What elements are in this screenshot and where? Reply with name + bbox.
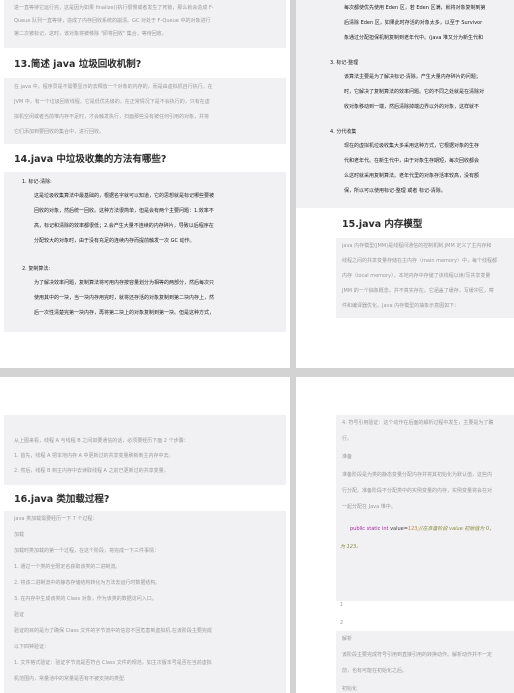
list-item-body: 这是垃圾收集算法中最基础的，根据名字就可以知道，它的思想就是标记哪些要被 回收的… [34, 192, 214, 245]
text-line: 一起分配在 Java 堆中。 [342, 504, 396, 510]
list-item-body: 为了解决效率问题，复制算法将可用内存按容量划分为相等的两部分，然后每次只 使用其… [34, 279, 214, 317]
section-title: 初始化 [342, 686, 358, 692]
code-keyword: public static int [350, 526, 389, 532]
text-line: 前，也有可能在初始化之后。 [342, 668, 408, 674]
code-line: public static int value=123;//在准备阶段 valu… [350, 525, 494, 532]
text-line: Queue 队列一直等待，造成了内存回收系统的崩溃。GC 对处于 F-Queue… [14, 18, 211, 24]
text-line: 2. 将该二进制流中的静态存储结构转化为方法去运行时数据结构。 [14, 580, 161, 586]
text-line: 它们添加到要回收的集合中，进行回收。 [14, 129, 105, 135]
list-item-title: 1. 标记-清除: [22, 179, 52, 185]
text-block-shaded: 每次都使优先使用 Eden 区，若 Eden 区满，就将对象复制到第 后清除 E… [296, 0, 514, 208]
text-line: 验证 [14, 612, 25, 618]
text-line: 机范围内，常量池中的常量是否有不被支持的类型. [14, 676, 126, 682]
document-page-2: 每次都使优先使用 Eden 区，若 Eden 区满，就将对象复制到第 后清除 E… [296, 0, 514, 368]
text-line: 加载时类加载的第一个过程，在这个阶段，将完成一下三件事情： [14, 548, 160, 554]
paragraph: 从上图来看，线程 A 与线程 B 之间如要通信的话，必须要经历下面 2 个步骤：… [4, 415, 286, 475]
text-block-shaded: 从上图来看，线程 A 与线程 B 之间如要通信的话，必须要经历下面 2 个步骤：… [4, 415, 286, 485]
paragraph: 该阶段主要完成符号引用到直接引用的转换动作。解析动作并不一定 前，也有可能在初始… [342, 651, 492, 675]
text-line: 收对象移动到一端，然后清除掉端边界以外的对象，这样就不 [344, 104, 480, 110]
text-line: 使用其中的一块，当一块内存用完时，就将还存活的对象复制到第二块内存上，然 [34, 295, 215, 301]
heading-15: 15.java 内存模型 [342, 219, 423, 230]
text-block-shaded: java 类加载需要经历一下 7 个过程： 加载 加载时类加载的第一个过程，在这… [4, 511, 286, 693]
text-line: 该阶段主要完成符号引用到直接引用的转换动作。解析动作并不一定 [342, 652, 493, 658]
list-item-title: 2. 复制算法: [22, 266, 51, 272]
list-number: 1 [340, 602, 344, 608]
paragraph: 每次都使优先使用 Eden 区，若 Eden 区满，就将对象复制到第 后清除 E… [344, 4, 486, 42]
text-line: 后一次性清楚完第一块内存，再将第二块上的对象复制到第一块。但是这种方式， [34, 310, 215, 316]
list-item-body: 现在的虚拟机垃圾收集大多采用这种方式，它根据对象的生存 代和老年代。在新生代中，… [344, 142, 479, 195]
text-line: 拟机空闲或者当前堆内存不足时，才会触发执行，扫面那些没有被任何引用的对象，并将 [14, 114, 210, 120]
paragraph: 4. 符号引用验证：这个动作在后面的解析过程中发生，主要是为了确 行。 [342, 419, 493, 443]
text-line: 2. 然后，线程 B 到主内存中去读取线程 A 之前已更新过的共享变量。 [14, 468, 169, 474]
document-page-3: 从上图来看，线程 A 与线程 B 之间如要通信的话，必须要经历下面 2 个步骤：… [0, 377, 290, 693]
text-block-shaded: 4. 符号引用验证：这个动作在后面的解析过程中发生，主要是为了确 行。 准备 准… [336, 415, 514, 601]
text-line: 1. 首先，线程 A 把本地内存 A 中更新过的共享变量刷新到主内存中去。 [14, 453, 174, 459]
heading-13: 13.简述 java 垃圾回收机制? [14, 59, 142, 70]
text-line: 第二次被标记，这时，该对象将被移除 "即将回收" 集合，等待回收。 [14, 31, 167, 37]
paragraph: 准备阶段是为类的静态变量分配内存并将其初始化为默认值，这些内 行分配。准备阶段不… [342, 471, 492, 511]
text-line: 3. 在内存中生成该类的 Class 对象，作为该类的数据访问入口。 [14, 596, 157, 602]
text-line: 现在的虚拟机垃圾收集大多采用这种方式，它根据对象的生存 [344, 143, 480, 149]
text-line: 回收的对象，然后统一回收。这种方法很简单，但是会有两个主要问题：1.效率不 [34, 208, 214, 214]
code-variable: value= [388, 526, 408, 532]
text-line: 验证的目的是为了确保 Class 文件的字节流中的信息不回危害到虚拟机.在该阶段… [14, 628, 212, 634]
text-line: java 类加载需要经历一下 7 个过程： [14, 516, 98, 522]
paragraph: java 类加载需要经历一下 7 个过程： 加载 加载时类加载的第一个过程，在这… [4, 511, 286, 683]
code-comment: ;//在准备阶段 value 初始值为 0， [417, 526, 495, 532]
text-line: 准备阶段是为类的静态变量分配内存并将其初始化为默认值，这些内 [342, 472, 493, 478]
text-block-shaded: java 内存模型(JMM)是线程间通信的控制机制.JMM 定义了主内存和 线程… [336, 238, 514, 318]
text-line: 进一直等待它运行完，这是因为如果 finalize()执行很慢或者发生了死锁，那… [14, 5, 214, 11]
text-line: 这是垃圾收集算法中最基础的，根据名字就可以知道，它的思想就是标记哪些要被 [34, 193, 215, 199]
text-block-shaded: 进一直等待它运行完，这是因为如果 finalize()执行很慢或者发生了死锁，那… [4, 0, 286, 48]
text-line: JVM 中，有一个垃圾回收线程，它是低优先级的，在正常情况下是不会执行的，只有在… [14, 99, 210, 105]
text-block-shaded: 在 java 中，程序员是不需要显示的去释放一个对象的内存的，而是由虚拟机自行执… [4, 78, 286, 144]
text-line: 高，标记和清除的效率都很低；2.会产生大量不连续的内存碎片，导致以后程序在 [34, 223, 214, 229]
text-line: 代和老年代。在新生代中，由于对象生存期短，每次回收都会 [344, 158, 480, 164]
text-line: 在 java 中，程序员是不需要显示的去释放一个对象的内存的，而是由虚拟机自行执… [14, 84, 213, 90]
section-title: 准备 [342, 454, 353, 460]
text-line: java 内存模型(JMM)是线程间通信的控制机制.JMM 定义了主内存和 [342, 243, 492, 249]
text-line: 么这时就采用复制算法。老年代里的对象存活率较高，没有额 [344, 173, 480, 179]
text-line: 保，所以可以使用标记-整理 或者 标记-清除。 [344, 188, 446, 194]
text-line: 时，它解决了复制算法的效率问题。它的不同之处就是在清除对 [344, 89, 485, 95]
document-page-4: 4. 符号引用验证：这个动作在后面的解析过程中发生，主要是为了确 行。 准备 准… [296, 377, 514, 693]
text-line: 件和编译器优化。Java 内存模型的抽象示意图如下： [342, 303, 460, 309]
text-line: 从上图来看，线程 A 与线程 B 之间如要通信的话，必须要经历下面 2 个步骤： [14, 438, 189, 444]
text-line: 加载 [14, 532, 25, 538]
text-line: 每次都使优先使用 Eden 区，若 Eden 区满，就将对象复制到第 [344, 5, 486, 11]
list-number: 2 [340, 620, 344, 626]
text-line: 内存（local memory），本地内存中存储了该线程以读/写共享变量 [342, 273, 491, 279]
list-item-title: 3. 标记-整理 [330, 60, 359, 66]
text-line: 以下四钟验证： [14, 644, 50, 650]
document-page-1: 进一直等待它运行完，这是因为如果 finalize()执行很慢或者发生了死锁，那… [0, 0, 290, 368]
text-line: JMM 的一个抽象概念，并不真实存在。它涵盖了缓存，写缓冲区，寄 [342, 288, 494, 294]
text-block-shaded: 解析 该阶段主要完成符号引用到直接引用的转换动作。解析动作并不一定 前，也有可能… [336, 631, 514, 693]
list-item-body: 该算法主要是为了解决标记-清除，产生大量内存碎片的问题； 时，它解决了复制算法的… [344, 73, 484, 111]
paragraph: 在 java 中，程序员是不需要显示的去释放一个对象的内存的，而是由虚拟机自行执… [4, 78, 286, 136]
text-block-shaded: 1. 标记-清除: 这是垃圾收集算法中最基础的，根据名字就可以知道，它的思想就是… [4, 172, 286, 332]
heading-14: 14.java 中垃圾收集的方法有哪些? [14, 154, 167, 165]
list-item-title: 4. 分代收集 [330, 129, 357, 135]
text-line: 行分配。准备阶段不分配类中的实例变量的内存，实例变量将会在对 [342, 488, 493, 494]
text-line: 分配较大的对象时，由于没有充足的连续内存而提前触发一次 GC 动作。 [34, 238, 195, 244]
text-line: 1. 文件格式验证：验证字节流是否符合 Class 文件的规范，如主次版本号是否… [14, 660, 212, 666]
text-line: 1. 通过一个类的全限定名获取该类的二进制流。 [14, 564, 121, 570]
text-line: 行。 [342, 436, 353, 442]
paragraph: java 内存模型(JMM)是线程间通信的控制机制.JMM 定义了主内存和 线程… [336, 238, 514, 310]
text-line: 为了解决效率问题，复制算法将可用内存按容量划分为相等的两部分，然后每次只 [34, 280, 215, 286]
code-comment-continued: 为 123。 [340, 544, 362, 550]
heading-16: 16.java 类加载过程? [14, 494, 110, 505]
section-title: 解析 [342, 636, 353, 642]
paragraph: 进一直等待它运行完，这是因为如果 finalize()执行很慢或者发生了死锁，那… [4, 0, 286, 38]
text-line: 线程之间的共享变量存储在主内存（main memory）中，每个线程都 [342, 258, 497, 264]
text-line: 后清除 Eden 区，如果此时存活的对象太多，以至于 Survivor [344, 20, 483, 26]
text-line: 该算法主要是为了解决标记-清除，产生大量内存碎片的问题； [344, 74, 481, 80]
text-line: 象通过分配担保机制复制到老年代中。(java 堆又分为新生代和 [344, 35, 484, 41]
text-line: 4. 符号引用验证：这个动作在后面的解析过程中发生，主要是为了确 [342, 420, 494, 426]
